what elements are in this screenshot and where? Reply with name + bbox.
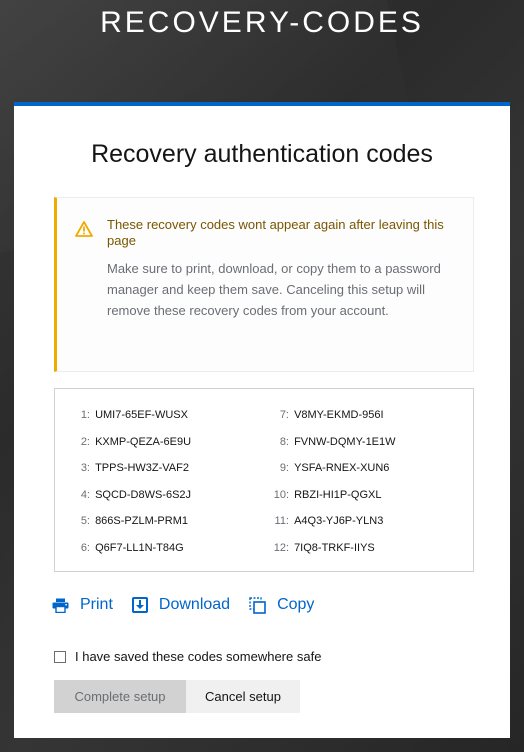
- code-row: 5: 866S-PZLM-PRM1: [55, 508, 255, 535]
- page-header-title: RECOVERY-CODES: [100, 6, 424, 39]
- code-row: 7: V8MY-EKMD-956I: [255, 402, 473, 429]
- code-row: 4: SQCD-D8WS-6S2J: [55, 482, 255, 509]
- code-row: 2: KXMP-QEZA-6E9U: [55, 429, 255, 456]
- code-value: SQCD-D8WS-6S2J: [95, 488, 192, 501]
- code-row: 3: TPPS-HW3Z-VAF2: [55, 455, 255, 482]
- code-row: 6: Q6F7-LL1N-T84G: [55, 535, 255, 562]
- saved-confirmation: I have saved these codes somewhere safe: [54, 649, 321, 664]
- code-number: 2:: [80, 435, 90, 448]
- code-number: 4:: [80, 488, 90, 501]
- complete-setup-button[interactable]: Complete setup: [54, 680, 186, 713]
- code-value: RBZI-HI1P-QGXL: [294, 488, 382, 501]
- copy-button[interactable]: Copy: [249, 596, 314, 614]
- code-number: 3:: [80, 462, 90, 475]
- download-button[interactable]: Download: [131, 596, 231, 614]
- code-row: 10: RBZI-HI1P-QGXL: [255, 482, 473, 509]
- code-number: 5:: [80, 515, 90, 528]
- code-number: 1:: [80, 409, 90, 422]
- code-value: 866S-PZLM-PRM1: [95, 515, 188, 528]
- code-row: 12: 7IQ8-TRKF-IIYS: [255, 535, 473, 562]
- code-value: YSFA-RNEX-XUN6: [294, 462, 390, 475]
- card-title: Recovery authentication codes: [91, 140, 433, 168]
- code-value: Q6F7-LL1N-T84G: [95, 541, 184, 554]
- code-number: 11:: [274, 515, 289, 528]
- alert-title: These recovery codes wont appear again a…: [107, 217, 444, 248]
- code-number: 9:: [279, 462, 289, 475]
- warning-alert: These recovery codes wont appear again a…: [54, 197, 474, 372]
- saved-checkbox-label[interactable]: I have saved these codes somewhere safe: [75, 649, 321, 664]
- printer-icon: [52, 598, 69, 613]
- alert-description: Make sure to print, download, or copy th…: [107, 261, 441, 318]
- copy-icon: [249, 596, 266, 614]
- code-value: FVNW-DQMY-1E1W: [294, 435, 396, 448]
- code-row: 11: A4Q3-YJ6P-YLN3: [255, 508, 473, 535]
- code-actions: Print Download Copy: [52, 593, 333, 617]
- codes-column-left: 1: UMI7-65EF-WUSX 2: KXMP-QEZA-6E9U 3: T…: [55, 402, 255, 561]
- code-number: 12:: [273, 541, 289, 554]
- print-label: Print: [80, 596, 113, 613]
- saved-checkbox[interactable]: [54, 650, 66, 663]
- code-row: 8: FVNW-DQMY-1E1W: [255, 429, 473, 456]
- code-value: A4Q3-YJ6P-YLN3: [294, 515, 384, 528]
- code-number: 8:: [279, 435, 289, 448]
- code-value: V8MY-EKMD-956I: [294, 409, 384, 422]
- warning-triangle-icon: [75, 221, 93, 237]
- codes-column-right: 7: V8MY-EKMD-956I 8: FVNW-DQMY-1E1W 9: Y…: [255, 402, 473, 561]
- code-value: 7IQ8-TRKF-IIYS: [294, 541, 375, 554]
- code-number: 10:: [273, 488, 289, 501]
- copy-label: Copy: [277, 596, 315, 613]
- cancel-setup-button[interactable]: Cancel setup: [186, 680, 300, 713]
- recovery-codes-card: Recovery authentication codes These reco…: [14, 102, 510, 738]
- code-number: 7:: [279, 409, 289, 422]
- code-row: 9: YSFA-RNEX-XUN6: [255, 455, 473, 482]
- code-value: TPPS-HW3Z-VAF2: [95, 462, 189, 475]
- recovery-codes-list: 1: UMI7-65EF-WUSX 2: KXMP-QEZA-6E9U 3: T…: [54, 388, 474, 572]
- code-number: 6:: [80, 541, 90, 554]
- download-label: Download: [158, 596, 231, 613]
- print-button[interactable]: Print: [52, 596, 113, 614]
- download-icon: [131, 597, 148, 613]
- code-value: KXMP-QEZA-6E9U: [95, 435, 192, 448]
- code-row: 1: UMI7-65EF-WUSX: [55, 402, 255, 429]
- code-value: UMI7-65EF-WUSX: [95, 409, 188, 422]
